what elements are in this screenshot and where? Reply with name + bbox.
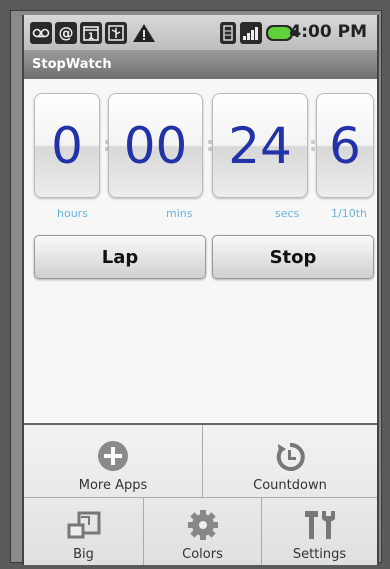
- tenths-digit: 6: [316, 93, 374, 198]
- warning-icon: [132, 23, 156, 47]
- app-title: StopWatch: [24, 51, 377, 79]
- menu-item-more-apps[interactable]: More Apps: [24, 425, 203, 498]
- menu-label-more-apps: More Apps: [78, 478, 148, 493]
- phone-screen: @ 1 4:00 PM StopWatch 0 : 00 : 24 : 6 ho…: [22, 15, 379, 565]
- hours-label: hours: [57, 207, 88, 220]
- menu-item-countdown[interactable]: Countdown: [203, 425, 377, 498]
- menu-item-colors[interactable]: Colors: [144, 498, 262, 565]
- usb-icon: [105, 22, 127, 44]
- options-menu: More Apps Countdown Big Colors Settings: [24, 423, 377, 565]
- minutes-digit: 00: [108, 93, 203, 198]
- menu-label-big: Big: [73, 547, 94, 562]
- sim-icon: [220, 22, 236, 44]
- lap-button[interactable]: Lap: [34, 235, 206, 279]
- tools-icon: [304, 511, 335, 539]
- calendar-icon: 1: [80, 22, 102, 44]
- hours-digit: 0: [34, 93, 100, 198]
- menu-item-settings[interactable]: Settings: [262, 498, 377, 565]
- minutes-label: mins: [166, 207, 193, 220]
- signal-icon: [240, 22, 262, 44]
- resize-icon: [67, 511, 100, 539]
- seconds-digit: 24: [212, 93, 308, 198]
- tenths-label: 1/10th: [331, 207, 367, 220]
- status-bar: @ 1 4:00 PM: [24, 15, 377, 51]
- plus-circle-icon: [98, 441, 128, 471]
- gear-icon: [187, 510, 218, 540]
- clock-time: 4:00 PM: [289, 22, 367, 42]
- seconds-label: secs: [275, 207, 300, 220]
- menu-label-colors: Colors: [182, 547, 223, 562]
- stop-button[interactable]: Stop: [212, 235, 374, 279]
- menu-label-settings: Settings: [292, 547, 347, 562]
- voicemail-icon: [30, 22, 52, 44]
- menu-item-big[interactable]: Big: [24, 498, 144, 565]
- countdown-icon: [276, 442, 305, 471]
- at-icon: @: [55, 22, 77, 44]
- svg-text:1: 1: [88, 32, 94, 41]
- menu-label-countdown: Countdown: [253, 478, 327, 493]
